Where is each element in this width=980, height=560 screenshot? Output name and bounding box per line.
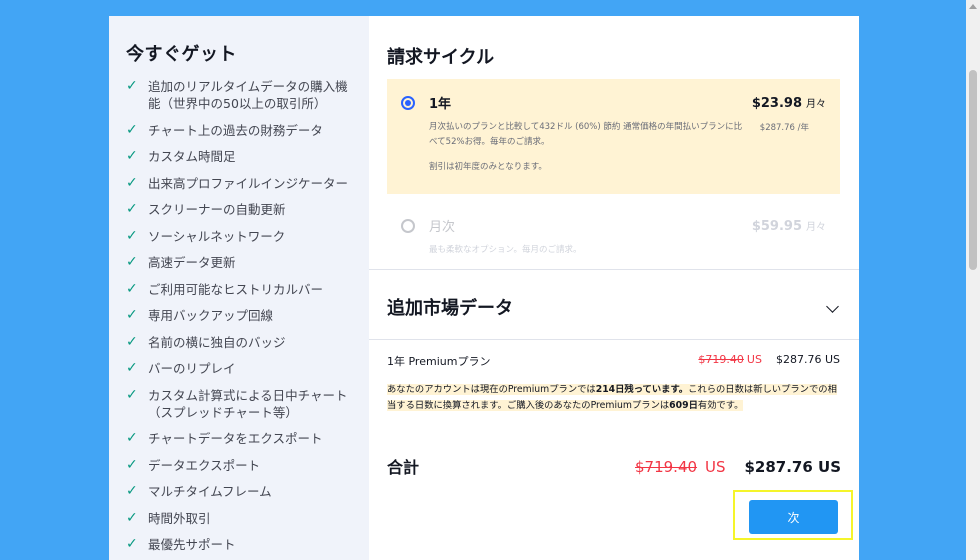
check-icon: ✓	[126, 174, 138, 191]
total-old-unit: US	[705, 458, 726, 476]
feature-list: ✓ 追加のリアルタイムデータの購入機能（世界中の50以上の取引所） ✓ チャート上の過…	[126, 78, 369, 553]
scroll-up-arrow-icon[interactable]	[969, 4, 977, 9]
feature-label: ご利用可能なヒストリカルバー	[148, 281, 324, 297]
total-new-price: $287.76 US	[744, 458, 841, 476]
plan-yearly-price: $287.76 /年	[759, 123, 809, 133]
check-icon: ✓	[126, 456, 138, 473]
check-icon: ✓	[126, 360, 138, 376]
feature-label: スクリーナーの自動更新	[148, 202, 286, 217]
feature-item: ✓ 専用バックアップ回線	[126, 307, 369, 324]
check-icon: ✓	[126, 121, 138, 138]
feature-item: ✓ ご利用可能なヒストリカルバー	[126, 281, 369, 298]
check-icon: ✓	[126, 536, 138, 552]
check-icon: ✓	[126, 307, 138, 323]
order-line-old-price: $719.40	[698, 353, 744, 366]
feature-item: ✓ 名前の横に独自のバッジ	[126, 334, 369, 351]
radio-unselected-icon[interactable]	[401, 218, 415, 233]
plan-price: $59.95 月々	[751, 218, 826, 234]
additional-market-data-title[interactable]: 追加市場データ	[387, 294, 513, 320]
feature-label: チャートデータをエクスポート	[148, 431, 323, 446]
check-icon: ✓	[126, 386, 138, 403]
page-scrollbar[interactable]	[966, 0, 980, 560]
feature-item: ✓ 出来高プロファイルインジケーター	[126, 175, 369, 192]
feature-item: ✓ カスタム計算式による日中チャート（スプレッドチャート等）	[126, 387, 369, 421]
order-line: 1年 Premiumプラン $719.40 US $287.76 US	[387, 353, 840, 369]
feature-item: ✓ ソーシャルネットワーク	[126, 228, 369, 245]
divider	[369, 339, 859, 340]
feature-label: データエクスポート	[148, 457, 261, 473]
feature-label: 最優先サポート	[148, 537, 236, 552]
account-notice: あなたのアカウントは現在のPremiumプランでは214日残っています。これらの…	[387, 384, 837, 411]
billing-cycle-title: 請求サイクル	[387, 47, 495, 68]
plan-name: 1年	[429, 97, 452, 112]
feature-label: 追加のリアルタイムデータの購入機能（世界中の50以上の取引所）	[148, 79, 348, 111]
feature-item: ✓ 追加のリアルタイムデータの購入機能（世界中の50以上の取引所）	[126, 78, 369, 112]
feature-item: ✓ 時間外取引	[126, 510, 369, 527]
feature-label: マルチタイムフレーム	[148, 484, 272, 499]
features-title: 今すぐゲット	[126, 44, 237, 65]
check-icon: ✓	[126, 201, 138, 217]
feature-label: 専用バックアップ回線	[148, 308, 274, 323]
check-icon: ✓	[126, 483, 138, 499]
check-icon: ✓	[126, 78, 138, 94]
feature-item: ✓ バーのリプレイ	[126, 360, 369, 377]
total-label: 合計	[387, 458, 420, 477]
checkout-panel: 請求サイクル 1年 $23.98 月々 月次払いのプランと比較して432ドル (6…	[369, 16, 859, 560]
divider	[369, 269, 859, 270]
feature-item: ✓ マルチタイムフレーム	[126, 483, 369, 500]
feature-label: バーのリプレイ	[148, 361, 236, 376]
check-icon: ✓	[126, 227, 138, 244]
feature-item: ✓ スクリーナーの自動更新	[126, 201, 369, 218]
order-line-new-price: $287.76 US	[775, 353, 840, 366]
plan-description: 最も柔軟なオプション。毎月のご請求。	[429, 245, 582, 255]
order-line-label: 1年 Premiumプラン	[387, 355, 491, 368]
subscription-modal: 今すぐゲット ✓ 追加のリアルタイムデータの購入機能（世界中の50以上の取引所） ✓…	[109, 16, 859, 560]
feature-label: 名前の横に独自のバッジ	[148, 334, 286, 350]
feature-label: チャート上の過去の財務データ	[148, 122, 323, 138]
features-panel: 今すぐゲット ✓ 追加のリアルタイムデータの購入機能（世界中の50以上の取引所） ✓…	[109, 16, 369, 560]
check-icon: ✓	[126, 333, 138, 350]
check-icon: ✓	[126, 254, 138, 270]
feature-item: ✓ カスタム時間足	[126, 148, 369, 165]
feature-item: ✓ チャート上の過去の財務データ	[126, 122, 369, 139]
feature-item: ✓ チャートデータをエクスポート	[126, 430, 369, 447]
next-button[interactable]: 次	[749, 500, 838, 534]
total-old-price: $719.40	[635, 458, 698, 476]
check-icon: ✓	[126, 148, 138, 164]
check-icon: ✓	[126, 430, 138, 446]
plan-option-yearly[interactable]: 1年 $23.98 月々 月次払いのプランと比較して432ドル (60%) 節約 …	[387, 79, 840, 194]
scroll-thumb[interactable]	[969, 70, 977, 270]
plan-name: 月次	[429, 220, 456, 235]
feature-label: カスタム時間足	[148, 149, 236, 164]
plan-description: 月次払いのプランと比較して432ドル (60%) 節約 通常価格の年間払いプラン…	[429, 122, 743, 147]
order-line-old-unit: US	[746, 353, 762, 366]
feature-label: 出来高プロファイルインジケーター	[148, 175, 349, 191]
plan-note: 割引は初年度のみとなります。	[429, 162, 547, 172]
feature-item: ✓ 最優先サポート	[126, 536, 369, 553]
next-button-highlight: 次	[733, 490, 853, 540]
chevron-down-icon[interactable]	[826, 300, 839, 313]
plan-option-monthly[interactable]: 月次 $59.95 月々 最も柔軟なオプション。毎月のご請求。	[387, 202, 840, 262]
feature-item: ✓ 高速データ更新	[126, 254, 369, 271]
radio-selected-icon[interactable]	[401, 95, 415, 110]
plan-price: $23.98 月々	[751, 95, 826, 111]
check-icon: ✓	[126, 280, 138, 297]
feature-label: 高速データ更新	[148, 255, 236, 270]
feature-item: ✓ データエクスポート	[126, 457, 369, 474]
feature-label: カスタム計算式による日中チャート（スプレッドチャート等）	[148, 387, 348, 420]
check-icon: ✓	[126, 509, 138, 526]
feature-label: 時間外取引	[148, 510, 211, 526]
feature-label: ソーシャルネットワーク	[148, 228, 286, 244]
